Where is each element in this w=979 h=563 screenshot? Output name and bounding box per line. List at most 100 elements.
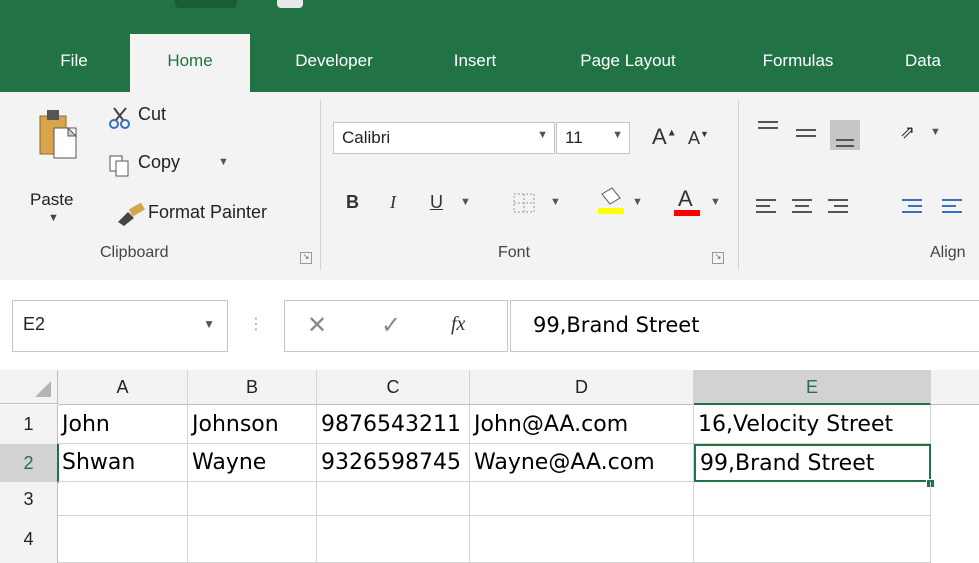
cell-e3[interactable] — [694, 482, 931, 516]
font-name-value: Calibri — [342, 128, 391, 147]
column-header-d[interactable]: D — [470, 370, 694, 405]
cell-c2[interactable]: 9326598745 — [317, 444, 470, 482]
font-launcher-icon[interactable]: ↘ — [712, 252, 724, 264]
font-color-swatch — [674, 210, 700, 216]
cell-c3[interactable] — [317, 482, 470, 516]
cell-b1[interactable]: Johnson — [188, 405, 317, 444]
grow-font-icon[interactable]: A▲ — [652, 124, 677, 150]
italic-button[interactable]: I — [390, 192, 396, 213]
formula-bar-grip-icon: ⋮ — [248, 316, 264, 333]
cell-a1[interactable]: John — [58, 405, 188, 444]
font-name-combo[interactable]: Calibri ▼ — [333, 122, 555, 154]
enter-icon[interactable]: ✓ — [381, 311, 401, 340]
formula-input[interactable]: 99,Brand Street — [510, 300, 979, 352]
alignment-group-label: Align — [930, 244, 966, 261]
cell-e2[interactable]: 99,Brand Street — [694, 444, 931, 482]
cut-label: Cut — [138, 104, 167, 124]
orientation-dropdown-icon[interactable]: ▼ — [930, 126, 941, 138]
cell-d3[interactable] — [470, 482, 694, 516]
name-box-dropdown-icon[interactable]: ▼ — [203, 317, 215, 331]
font-size-combo[interactable]: 11 ▼ — [556, 122, 630, 154]
copy-button[interactable]: Copy ▼ — [108, 150, 238, 180]
horizontal-align-icons[interactable] — [752, 196, 872, 220]
cell-a3[interactable] — [58, 482, 188, 516]
cell-d2[interactable]: Wayne@AA.com — [470, 444, 694, 482]
column-header-a[interactable]: A — [58, 370, 188, 405]
copy-dropdown-icon[interactable]: ▼ — [218, 156, 229, 168]
name-box[interactable]: E2 ▼ — [12, 300, 228, 352]
font-size-value: 11 — [565, 128, 583, 147]
column-header-f[interactable] — [931, 370, 979, 405]
fill-color-icon[interactable] — [596, 186, 626, 216]
ribbon-separator — [320, 100, 321, 270]
column-header-e[interactable]: E — [694, 370, 931, 405]
row-header-4[interactable]: 4 — [0, 516, 58, 563]
ribbon-tab-bar: File Home Developer Insert Page Layout F… — [0, 30, 979, 92]
format-painter-button[interactable]: Format Painter — [108, 200, 308, 230]
paste-label: Paste — [30, 190, 74, 209]
select-all-icon — [35, 381, 51, 397]
fill-color-dropdown-icon[interactable]: ▼ — [632, 196, 643, 208]
copy-icon — [109, 155, 129, 177]
name-box-value: E2 — [23, 314, 46, 334]
cell-e4[interactable] — [694, 516, 931, 563]
font-group-label: Font — [498, 244, 531, 261]
formula-bar-area: E2 ▼ ⋮ ✕ ✓ fx 99,Brand Street — [0, 280, 979, 370]
cell-d1[interactable]: John@AA.com — [470, 405, 694, 444]
cell-e1[interactable]: 16,Velocity Street — [694, 405, 931, 444]
title-bar — [0, 0, 979, 30]
tab-page-layout[interactable]: Page Layout — [550, 30, 706, 92]
bold-button[interactable]: B — [346, 192, 359, 213]
format-painter-icon — [118, 202, 145, 226]
font-color-icon: A — [678, 186, 693, 211]
cell-c4[interactable] — [317, 516, 470, 563]
font-color-button[interactable]: A — [672, 186, 702, 218]
tab-formulas[interactable]: Formulas — [735, 30, 861, 92]
tab-file[interactable]: File — [48, 30, 100, 92]
format-painter-label: Format Painter — [148, 202, 268, 222]
cell-d4[interactable] — [470, 516, 694, 563]
borders-dropdown-icon[interactable]: ▼ — [550, 196, 561, 208]
indent-icons[interactable] — [898, 196, 978, 220]
tab-insert[interactable]: Insert — [430, 30, 520, 92]
tab-data[interactable]: Data — [888, 30, 958, 92]
paste-dropdown-icon[interactable]: ▼ — [48, 212, 59, 224]
cell-c1[interactable]: 9876543211 — [317, 405, 470, 444]
formula-input-value: 99,Brand Street — [533, 313, 700, 337]
column-header-b[interactable]: B — [188, 370, 317, 405]
cell-b4[interactable] — [188, 516, 317, 563]
row-header-1[interactable]: 1 — [0, 405, 58, 445]
column-header-c[interactable]: C — [317, 370, 470, 405]
font-color-dropdown-icon[interactable]: ▼ — [710, 196, 721, 208]
insert-function-icon[interactable]: fx — [451, 313, 465, 336]
quick-access-toolbar[interactable] — [175, 0, 237, 8]
copy-label: Copy — [138, 152, 181, 172]
vertical-align-icons[interactable] — [752, 116, 872, 156]
select-all-corner[interactable] — [0, 370, 58, 404]
ribbon-separator — [738, 100, 739, 270]
cell-a2[interactable]: Shwan — [58, 444, 188, 482]
quick-access-customize[interactable] — [277, 0, 303, 8]
cell-a4[interactable] — [58, 516, 188, 563]
row-header-2[interactable]: 2 — [0, 444, 59, 483]
tab-developer[interactable]: Developer — [272, 30, 396, 92]
formula-buttons: ✕ ✓ fx — [284, 300, 508, 352]
borders-icon[interactable] — [512, 192, 538, 214]
clipboard-group-label: Clipboard — [100, 244, 169, 261]
font-name-dropdown-icon: ▼ — [537, 129, 548, 141]
ribbon: Paste ▼ Cut Copy ▼ Format Painter Clipbo… — [0, 92, 979, 281]
orientation-icon[interactable]: ⇗ — [900, 122, 915, 143]
row-header-3[interactable]: 3 — [0, 482, 58, 517]
cut-button[interactable]: Cut — [108, 104, 198, 134]
clipboard-launcher-icon[interactable]: ↘ — [300, 252, 312, 264]
underline-button[interactable]: U — [430, 192, 443, 213]
cell-b3[interactable] — [188, 482, 317, 516]
cell-b2[interactable]: Wayne — [188, 444, 317, 482]
paste-button[interactable]: Paste ▼ — [30, 104, 100, 254]
cancel-icon[interactable]: ✕ — [307, 311, 327, 340]
underline-dropdown-icon[interactable]: ▼ — [460, 196, 471, 208]
shrink-font-icon[interactable]: A▼ — [688, 128, 709, 149]
paste-icon — [39, 110, 78, 159]
scissors-icon — [109, 107, 130, 129]
tab-home[interactable]: Home — [130, 34, 250, 92]
